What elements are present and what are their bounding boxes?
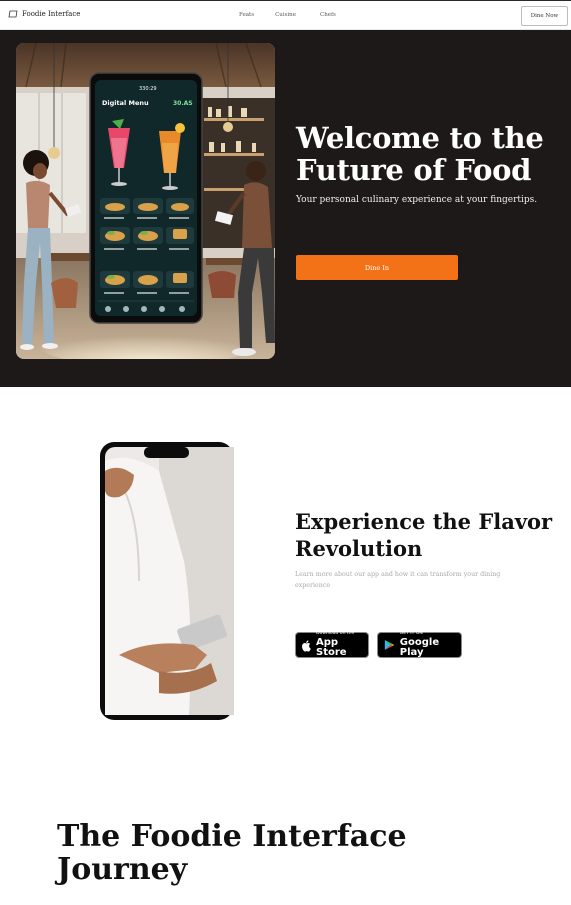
dine-in-button[interactable]: Dine In [296, 255, 458, 280]
restaurant-illustration: 330:29 Digital Menu 30.AS [16, 43, 275, 359]
main-nav: Feats Cuisine Chefs [239, 12, 336, 18]
brand-name: Foodie Interface [22, 10, 81, 18]
experience-title: Experience the Flavor Revolution [295, 509, 553, 561]
hero-text-block: Welcome to the Future of Food Your perso… [296, 121, 556, 280]
experience-block: Experience the Flavor Revolution Learn m… [295, 508, 555, 658]
phone-clock: 330:29 [139, 86, 157, 92]
phone-image [99, 441, 249, 721]
nav-link-feats[interactable]: Feats [239, 12, 254, 18]
hero-image: 330:29 Digital Menu 30.AS [16, 43, 275, 359]
menu-price: 30.AS [173, 100, 193, 107]
google-play-big-text: Google Play [399, 636, 440, 658]
brand[interactable]: Foodie Interface [8, 10, 80, 18]
journey-title: The Foodie Interface Journey [57, 819, 407, 887]
hero-title: Welcome to the Future of Food [296, 121, 544, 187]
google-play-icon [384, 640, 395, 650]
hand-holding-phone-illustration [100, 442, 249, 720]
app-store-big-text: App Store [316, 636, 347, 658]
app-store-button[interactable]: Download on the App Store [295, 632, 369, 658]
hero-section: 330:29 Digital Menu 30.AS Welcome to the… [0, 30, 571, 387]
apple-icon [302, 639, 311, 652]
google-play-button[interactable]: GET IT ON Google Play [377, 632, 462, 658]
experience-description: Learn more about our app and how it can … [295, 571, 501, 589]
nav-link-chefs[interactable]: Chefs [320, 12, 336, 18]
store-badges: Download on the App Store GET IT ON Goog… [295, 632, 462, 658]
logo-icon [8, 10, 18, 18]
dine-now-button[interactable]: Dine Now [521, 6, 568, 26]
hero-subtitle: Your personal culinary experience at you… [296, 195, 538, 205]
top-navigation-bar: Foodie Interface Feats Cuisine Chefs Din… [0, 0, 571, 30]
nav-link-cuisine[interactable]: Cuisine [275, 12, 296, 18]
digital-menu-title: Digital Menu [102, 99, 149, 107]
